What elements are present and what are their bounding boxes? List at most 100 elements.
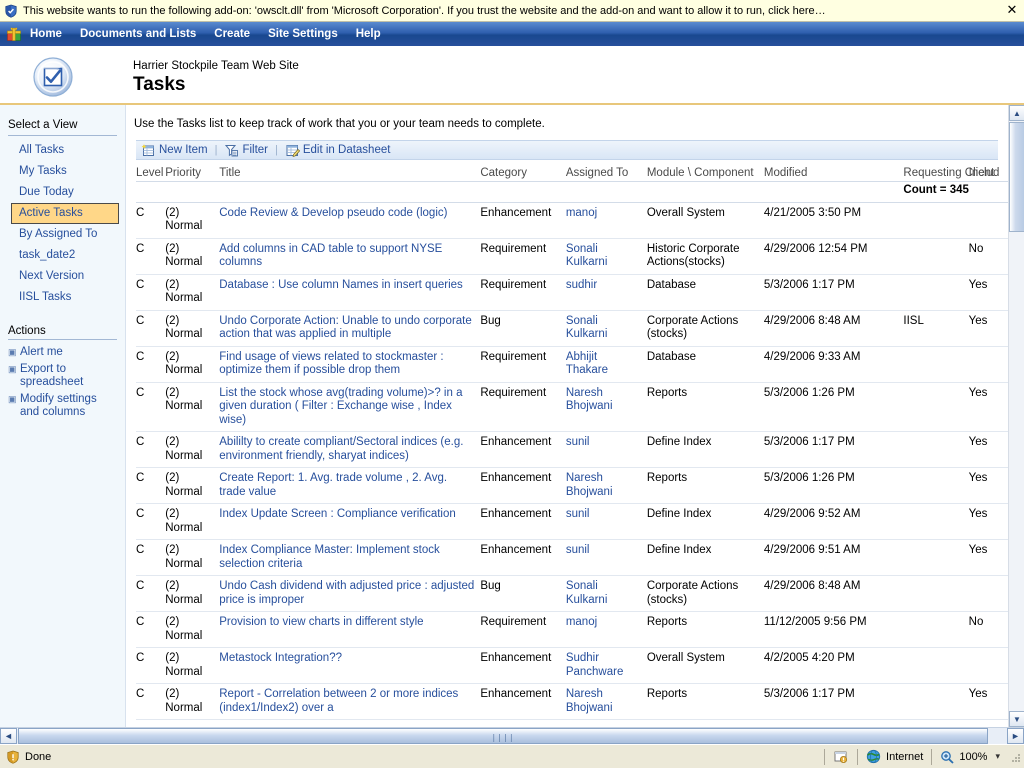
task-title-link[interactable]: Find usage of views related to stockmast…	[219, 351, 443, 377]
table-row[interactable]: C (2) Normal Code Review & Develop pseudo c…	[136, 202, 1008, 239]
table-row[interactable]: C (2) Normal Metastock Integration?? Enhance…	[136, 647, 1008, 684]
assigned-to-link[interactable]: Sonali Kulkarni	[566, 315, 608, 341]
cell-title[interactable]: Code Review & Develop pseudo code (logic…	[219, 202, 481, 239]
table-row[interactable]: C (2) Normal Provision to view charts in di…	[136, 611, 1008, 648]
task-title-link[interactable]: Metastock Integration??	[219, 652, 342, 664]
cell-assigned-to[interactable]: Sudhir Panchware	[565, 647, 647, 684]
task-title-link[interactable]: Create Report: 1. Avg. trade volume , 2.…	[219, 472, 447, 498]
assigned-to-link[interactable]: Naresh Bhojwani	[566, 387, 613, 413]
assigned-to-link[interactable]: manoj	[566, 207, 597, 219]
scroll-down-icon[interactable]: ▼	[1009, 711, 1024, 727]
vertical-scrollbar[interactable]: ▲ ▼	[1008, 105, 1024, 727]
sidebar-item-iisl-tasks[interactable]: IISL Tasks	[0, 287, 125, 308]
assigned-to-link[interactable]: sunil	[566, 508, 590, 520]
table-row[interactable]: C (2) Normal Undo Corporate Action: Unable …	[136, 310, 1008, 347]
horizontal-scrollbar[interactable]: ◄ |||| ►	[0, 727, 1024, 744]
task-title-link[interactable]: Index Compliance Master: Implement stock…	[219, 544, 440, 570]
scroll-left-icon[interactable]: ◄	[0, 728, 17, 744]
cell-assigned-to[interactable]: sunil	[565, 503, 647, 540]
cell-title[interactable]: Index Compliance Master: Implement stock…	[219, 539, 481, 576]
cell-assigned-to[interactable]: Abhijit Thakare	[565, 346, 647, 383]
task-title-link[interactable]: Undo Cash dividend with adjusted price :…	[219, 580, 474, 606]
cell-title[interactable]: List the stock whose avg(trading volume)…	[219, 382, 481, 432]
table-row[interactable]: C (2) Normal Report - Correlation between 2…	[136, 683, 1008, 720]
cell-assigned-to[interactable]: sunil	[565, 431, 647, 468]
cell-title[interactable]: Undo Corporate Action: Unable to undo co…	[219, 310, 481, 347]
nav-item-help[interactable]: Help	[356, 28, 381, 40]
new-item-button[interactable]: New Item	[141, 143, 208, 158]
column-header-category[interactable]: Category	[480, 160, 566, 182]
column-header-priority[interactable]: Priority	[165, 160, 220, 182]
cell-title[interactable]: Metastock Integration??	[219, 647, 481, 684]
column-header-level[interactable]: Level	[136, 160, 166, 182]
assigned-to-link[interactable]: Naresh Bhojwani	[566, 688, 613, 714]
nav-item-documents-and-lists[interactable]: Documents and Lists	[80, 28, 196, 40]
resize-grip-icon[interactable]	[1008, 750, 1022, 764]
close-icon[interactable]: ✕	[1004, 3, 1020, 18]
assigned-to-link[interactable]: Sudhir Panchware	[566, 652, 624, 678]
edit-in-datasheet-button[interactable]: Edit in Datasheet	[285, 143, 390, 158]
scroll-right-icon[interactable]: ►	[1007, 728, 1024, 744]
task-title-link[interactable]: Index Update Screen : Compliance verific…	[219, 508, 456, 520]
protected-mode-indicator[interactable]	[827, 748, 855, 766]
sidebar-item-my-tasks[interactable]: My Tasks	[0, 161, 125, 182]
assigned-to-link[interactable]: Abhijit Thakare	[566, 351, 608, 377]
sidebar-item-active-tasks[interactable]: Active Tasks	[11, 203, 119, 224]
chevron-down-icon[interactable]: ▾	[995, 751, 1000, 762]
cell-assigned-to[interactable]: manoj	[565, 611, 647, 648]
cell-title[interactable]: Report - Correlation between 2 or more i…	[219, 683, 481, 720]
cell-title[interactable]: Database : Use column Names in insert qu…	[219, 274, 481, 311]
task-title-link[interactable]: Database : Use column Names in insert qu…	[219, 279, 463, 291]
sidebar-item-due-today[interactable]: Due Today	[0, 182, 125, 203]
sidebar-item-by-assigned-to[interactable]: By Assigned To	[0, 224, 125, 245]
information-bar[interactable]: This website wants to run the following …	[0, 0, 1024, 22]
task-title-link[interactable]: Abililty to create compliant/Sectoral in…	[219, 436, 463, 462]
nav-item-site-settings[interactable]: Site Settings	[268, 28, 338, 40]
table-row[interactable]: C (2) Normal Database : Use column Names in…	[136, 274, 1008, 311]
security-zone[interactable]: Internet	[860, 748, 929, 766]
table-row[interactable]: C (2) Normal Abililty to create compliant/S…	[136, 431, 1008, 468]
assigned-to-link[interactable]: Sonali Kulkarni	[566, 243, 608, 269]
sidebar-item-all-tasks[interactable]: All Tasks	[0, 140, 125, 161]
table-row[interactable]: C (2) Normal Undo Cash dividend with adjust…	[136, 575, 1008, 612]
assigned-to-link[interactable]: manoj	[566, 616, 597, 628]
cell-assigned-to[interactable]: sunil	[565, 539, 647, 576]
cell-assigned-to[interactable]: sudhir	[565, 274, 647, 311]
zoom-control[interactable]: 100% ▾	[934, 748, 1006, 766]
action-modify-settings-and-columns[interactable]: ▣ Modify settings and columns	[0, 391, 125, 421]
cell-assigned-to[interactable]: Naresh Bhojwani	[565, 382, 647, 432]
scroll-up-icon[interactable]: ▲	[1009, 105, 1024, 121]
assigned-to-link[interactable]: Sonali Kulkarni	[566, 580, 608, 606]
column-header-included[interactable]: Includ	[968, 160, 1008, 182]
cell-title[interactable]: Create Report: 1. Avg. trade volume , 2.…	[219, 467, 481, 504]
filter-button[interactable]: Filter	[224, 143, 268, 158]
cell-assigned-to[interactable]: Sonali Kulkarni	[565, 238, 647, 275]
action-export-to-spreadsheet[interactable]: ▣ Export to spreadsheet	[0, 361, 125, 391]
assigned-to-link[interactable]: sunil	[566, 544, 590, 556]
cell-title[interactable]: Add columns in CAD table to support NYSE…	[219, 238, 481, 275]
column-header-requesting-client[interactable]: Requesting Client	[903, 160, 994, 182]
assigned-to-link[interactable]: sunil	[566, 436, 590, 448]
table-row[interactable]: C (2) Normal Index Compliance Master: Imple…	[136, 539, 1008, 576]
horizontal-scroll-thumb[interactable]: ||||	[18, 728, 988, 744]
nav-item-create[interactable]: Create	[214, 28, 250, 40]
sidebar-item-task-date2[interactable]: task_date2	[0, 245, 125, 266]
nav-item-home[interactable]: Home	[30, 28, 62, 40]
action-alert-me[interactable]: ▣ Alert me	[0, 344, 125, 361]
cell-title[interactable]: Abililty to create compliant/Sectoral in…	[219, 431, 481, 468]
sidebar-item-next-version[interactable]: Next Version	[0, 266, 125, 287]
vertical-scroll-thumb[interactable]	[1009, 122, 1024, 232]
cell-title[interactable]: Index Update Screen : Compliance verific…	[219, 503, 481, 540]
cell-title[interactable]: Provision to view charts in different st…	[219, 611, 481, 648]
table-row[interactable]: C (2) Normal Index Update Screen : Complian…	[136, 503, 1008, 540]
task-title-link[interactable]: Report - Correlation between 2 or more i…	[219, 688, 458, 714]
assigned-to-link[interactable]: Naresh Bhojwani	[566, 472, 613, 498]
table-row[interactable]: C (2) Normal Find usage of views related to…	[136, 346, 1008, 383]
cell-assigned-to[interactable]: Sonali Kulkarni	[565, 575, 647, 612]
column-header-module-component[interactable]: Module \ Component	[646, 160, 764, 182]
column-header-title[interactable]: Title	[219, 160, 481, 182]
column-header-modified[interactable]: Modified	[763, 160, 904, 182]
cell-assigned-to[interactable]: Sonali Kulkarni	[565, 310, 647, 347]
table-row[interactable]: C (2) Normal List the stock whose avg(tradi…	[136, 382, 1008, 432]
cell-assigned-to[interactable]: manoj	[565, 202, 647, 239]
